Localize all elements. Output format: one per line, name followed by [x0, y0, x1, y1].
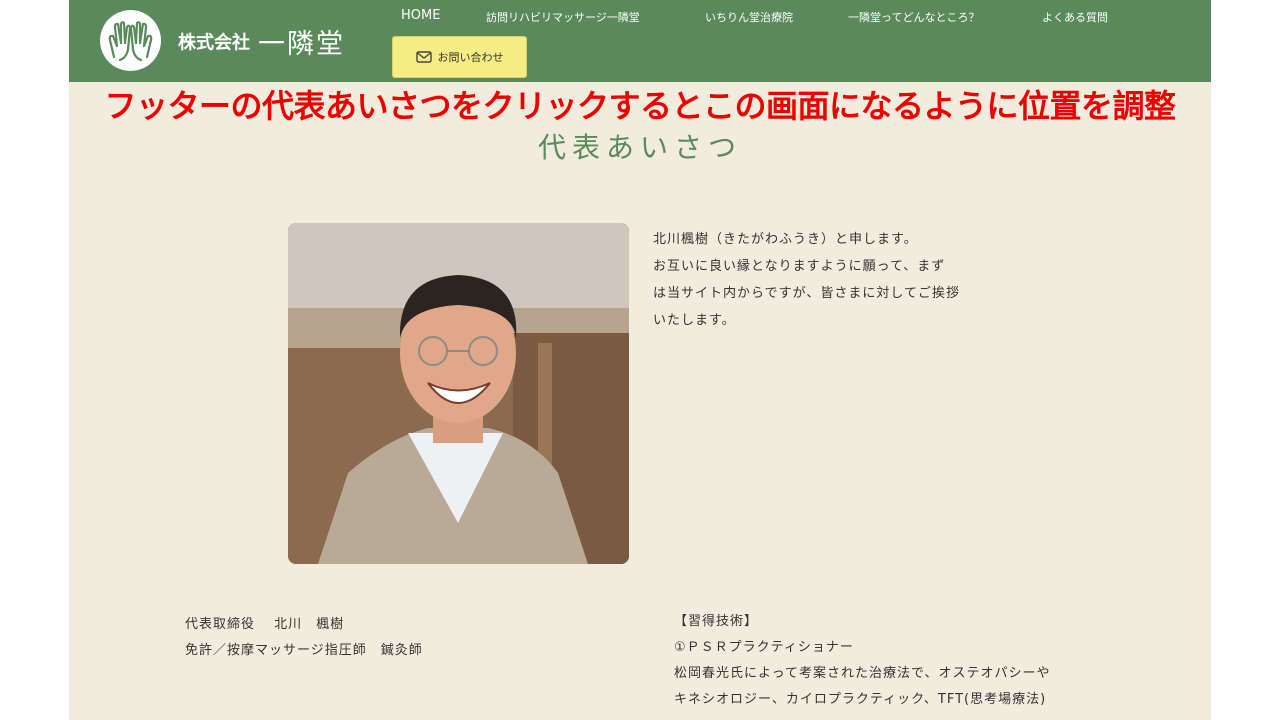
mail-icon: [415, 51, 432, 63]
representative-photo: [288, 223, 629, 564]
greeting-text: 北川楓樹（きたがわふうき）と申します。 お互いに良い縁となりますように願って、ま…: [653, 226, 1013, 334]
skills-item: ①ＰＳＲプラクティショナー: [674, 640, 854, 655]
nav-faq[interactable]: よくある質問: [1042, 9, 1108, 25]
skills-heading: 【習得技術】: [674, 614, 759, 629]
greeting-line: いたします。: [653, 313, 736, 328]
profile-title: 代表取締役 北川 楓樹: [185, 617, 345, 632]
skills-info: 【習得技術】 ①ＰＳＲプラクティショナー 松岡春光氏によって考案された治療法で、…: [674, 609, 1050, 713]
skills-description: キネシオロジー、カイロプラクティック、TFT(思考場療法): [674, 692, 1047, 707]
greeting-line: 北川楓樹（きたがわふうき）と申します。: [653, 232, 918, 247]
greeting-line: は当サイト内からですが、皆さまに対してご挨拶: [653, 286, 960, 301]
greeting-line: お互いに良い縁となりますように願って、まず: [653, 259, 946, 274]
logo-hands-icon[interactable]: [100, 10, 161, 71]
section-title: 代表あいさつ: [537, 131, 742, 164]
profile-license: 免許／按摩マッサージ指圧師 鍼灸師: [185, 643, 423, 658]
logo-company-name: 一隣堂: [258, 29, 345, 60]
page: 株式会社 一隣堂 HOME 訪問リハビリマッサージ一隣堂 いちりん堂治療院 一隣堂…: [69, 0, 1211, 720]
nav-clinic[interactable]: いちりん堂治療院: [705, 9, 793, 25]
nav-visit-rehab-massage[interactable]: 訪問リハビリマッサージ一隣堂: [486, 9, 640, 25]
skills-description: 松岡春光氏によって考案された治療法で、オステオパシーや: [674, 666, 1051, 681]
logo-text[interactable]: 株式会社 一隣堂: [178, 22, 345, 61]
profile-info: 代表取締役 北川 楓樹 免許／按摩マッサージ指圧師 鍼灸師: [185, 612, 423, 664]
logo-company-type: 株式会社: [178, 32, 250, 54]
contact-button-label: お問い合わせ: [437, 51, 504, 64]
annotation-overlay-text: フッターの代表あいさつをクリックするとこの画面になるように位置を調整: [104, 87, 1176, 125]
nav-about[interactable]: 一隣堂ってどんなところ？: [848, 9, 979, 25]
nav-home[interactable]: HOME: [401, 8, 440, 23]
site-header: 株式会社 一隣堂 HOME 訪問リハビリマッサージ一隣堂 いちりん堂治療院 一隣堂…: [69, 0, 1211, 82]
contact-button[interactable]: お問い合わせ: [392, 36, 527, 78]
